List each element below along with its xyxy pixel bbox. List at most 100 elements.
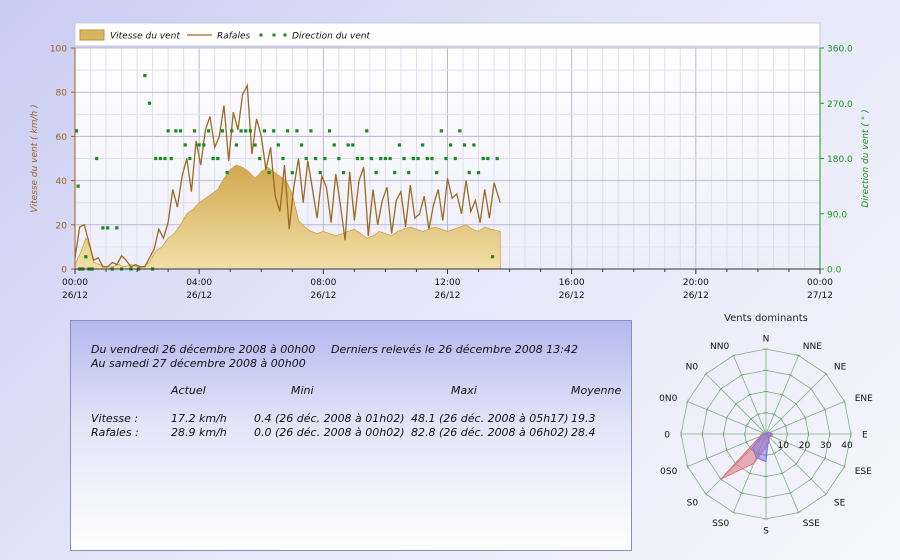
direction-point (244, 129, 248, 133)
row-vitesse-mini: 0.4 (26 déc. 2008 à 01h02) (254, 412, 405, 425)
row-vitesse-actuel: 17.2 km/h (171, 412, 227, 425)
rose-radial-label: 30 (820, 441, 832, 451)
left-tick-label: 20 (56, 221, 68, 231)
row-rafales-maxi: 82.8 (26 déc. 2008 à 06h02) (411, 426, 569, 439)
direction-point (143, 74, 147, 78)
rose-direction-label: 0 (664, 431, 670, 441)
legend-swatch-vitesse (79, 29, 105, 41)
direction-point (481, 156, 485, 161)
direction-point (163, 156, 167, 161)
direction-point (234, 143, 239, 147)
direction-point (467, 171, 471, 175)
rose-radial-label: 20 (799, 441, 811, 451)
direction-point (206, 129, 211, 133)
direction-point (183, 143, 187, 147)
rose-direction-label: ESE (855, 467, 872, 477)
direction-point (197, 143, 201, 147)
rose-direction-label: N0 (686, 363, 699, 373)
stats-panel: Du vendredi 26 décembre 2008 à 00h00 Au … (70, 320, 632, 551)
header-maxi: Maxi (451, 384, 477, 397)
direction-point (101, 226, 105, 230)
right-axis-title: Direction du vent ( ° ) (861, 109, 871, 207)
direction-point (351, 143, 355, 147)
direction-point (425, 156, 429, 161)
direction-point (332, 143, 336, 147)
legend-swatch-direction (283, 33, 287, 37)
direction-point (402, 156, 406, 161)
bottom-tick-date: 26/12 (310, 291, 336, 301)
period-to: Au samedi 27 décembre 2008 à 00h00 (91, 357, 306, 370)
direction-point (272, 129, 276, 133)
bottom-tick-date: 26/12 (435, 291, 461, 301)
header-actuel: Actuel (171, 384, 206, 397)
legend-label-vitesse: Vitesse du vent (110, 32, 180, 42)
direction-point (327, 129, 332, 133)
rose-direction-label: NN0 (710, 342, 729, 352)
rose-direction-label: N (763, 335, 770, 345)
rose-direction-label: 0N0 (659, 394, 677, 404)
direction-point (472, 143, 476, 147)
direction-point (444, 156, 448, 161)
direction-point (486, 156, 490, 161)
legend: Vitesse du vent Rafales Direction du vent (74, 22, 821, 47)
row-rafales-label: Rafales : (91, 426, 139, 439)
direction-point (248, 129, 252, 133)
direction-point (258, 156, 262, 161)
wind-time-chart: 0 20 40 60 80 100 0.0 90.0 180.0 270.0 360.0 00:00 2… (30, 22, 871, 301)
direction-point (490, 255, 495, 259)
period-from: Du vendredi 26 décembre 2008 à 00h00 (91, 343, 316, 356)
direction-point (430, 156, 434, 161)
direction-point (286, 129, 290, 133)
row-vitesse-label: Vitesse : (91, 412, 139, 425)
direction-point (115, 226, 119, 230)
bottom-tick-date: 27/12 (807, 291, 833, 301)
legend-label-rafales: Rafales (217, 32, 250, 42)
rose-direction-label: NNE (803, 342, 822, 352)
direction-point (309, 129, 313, 133)
wind-rose-chart: Vents dominants10 20 30 40NNNENEENEEESESESS… (659, 313, 873, 537)
direction-point (397, 143, 401, 147)
last-reading: Derniers relevés le 26 décembre 2008 13:… (331, 343, 578, 356)
bottom-tick-label: 08:00 (310, 278, 336, 288)
direction-point (262, 129, 266, 133)
right-tick-label: 90.0 (827, 210, 847, 220)
direction-point (95, 156, 99, 161)
direction-point (323, 156, 327, 161)
direction-point (416, 156, 420, 161)
direction-point (178, 129, 183, 133)
row-rafales-actuel: 28.9 km/h (171, 426, 227, 439)
right-tick-label: 270.0 (827, 100, 853, 110)
direction-point (158, 156, 162, 161)
direction-point (166, 129, 170, 133)
direction-point (355, 156, 360, 161)
row-rafales-mini: 0.0 (26 déc. 2008 à 00h02) (254, 426, 405, 439)
direction-point (341, 171, 346, 175)
legend-box (74, 22, 821, 47)
direction-point (211, 156, 215, 161)
bottom-tick-label: 20:00 (683, 278, 709, 288)
direction-point (393, 171, 397, 175)
bottom-tick-date: 26/12 (186, 291, 212, 301)
bottom-tick-label: 16:00 (559, 278, 585, 288)
direction-point (388, 156, 392, 161)
direction-point (383, 156, 388, 161)
direction-point (407, 171, 411, 175)
direction-point (369, 156, 374, 161)
direction-point (300, 143, 304, 147)
rose-direction-label: 0S0 (660, 467, 677, 477)
direction-point (188, 156, 192, 161)
bottom-tick-label: 00:00 (62, 278, 88, 288)
direction-point (290, 171, 294, 175)
direction-point (449, 143, 453, 147)
left-tick-label: 40 (56, 177, 68, 187)
rose-direction-label: E (862, 431, 868, 441)
direction-point (318, 171, 322, 175)
left-tick-label: 60 (56, 133, 68, 143)
rose-direction-label: ENE (855, 394, 873, 404)
direction-point (276, 143, 280, 147)
direction-point (239, 129, 243, 133)
rose-direction-label: SSE (803, 519, 820, 529)
rose-direction-label: SE (834, 498, 846, 508)
header-mini: Mini (291, 384, 314, 397)
direction-point (304, 156, 308, 161)
